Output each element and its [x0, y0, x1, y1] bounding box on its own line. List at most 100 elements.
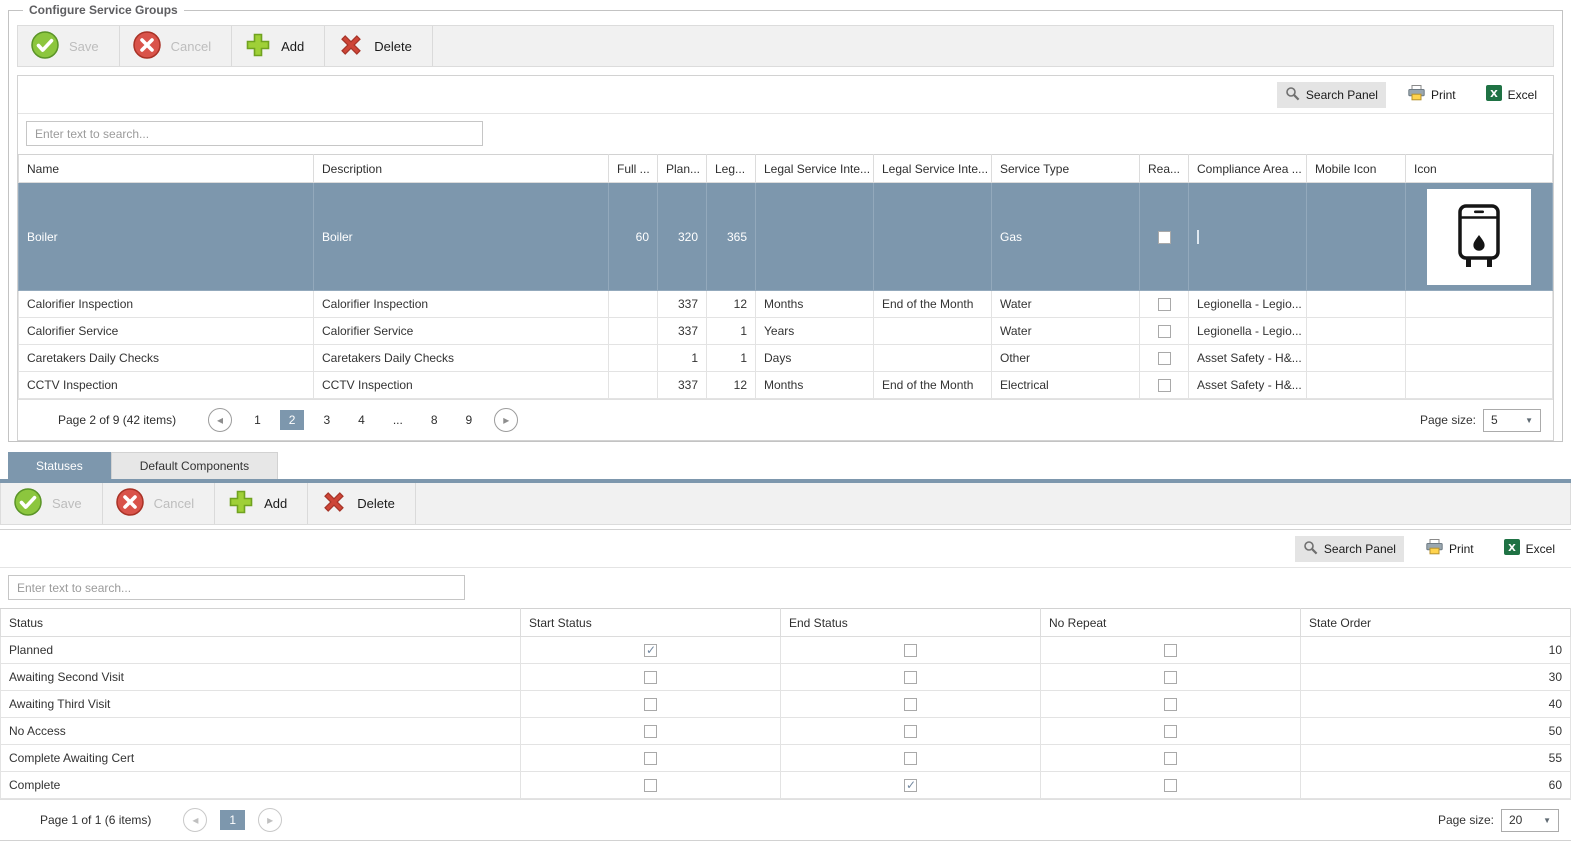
- cell-interval2[interactable]: [873, 344, 992, 372]
- cell-icon[interactable]: [1405, 371, 1553, 399]
- cell-compliance[interactable]: Asset Safety - H&...: [1188, 344, 1307, 372]
- cell-interval1[interactable]: [755, 182, 874, 291]
- no-repeat-checkbox[interactable]: [1164, 752, 1177, 766]
- cell-description[interactable]: Boiler: [313, 182, 609, 291]
- cell-interval2[interactable]: End of the Month: [873, 290, 992, 318]
- cell-compliance[interactable]: Legionella - Legio...: [1188, 317, 1307, 345]
- cell-icon[interactable]: [1405, 182, 1553, 291]
- cell-no-repeat[interactable]: [1040, 663, 1301, 691]
- cell-status[interactable]: Awaiting Third Visit: [0, 690, 521, 718]
- col-mobile-icon[interactable]: Mobile Icon: [1306, 154, 1406, 183]
- cell-end-status[interactable]: [780, 717, 1041, 745]
- cell-start-status[interactable]: [520, 690, 781, 718]
- cell-full[interactable]: [608, 344, 658, 372]
- cell-no-repeat[interactable]: [1040, 636, 1301, 664]
- cell-compliance[interactable]: Legionella - Legio...: [1188, 290, 1307, 318]
- cell-full[interactable]: [608, 290, 658, 318]
- cell-name[interactable]: Calorifier Inspection: [18, 290, 314, 318]
- cell-description[interactable]: Caretakers Daily Checks: [313, 344, 609, 372]
- start-status-checkbox[interactable]: [644, 671, 657, 685]
- tab-default-components[interactable]: Default Components: [110, 452, 279, 479]
- table-row[interactable]: Caretakers Daily Checks Caretakers Daily…: [18, 344, 1553, 372]
- col-description[interactable]: Description: [313, 154, 609, 183]
- cell-interval1[interactable]: Months: [755, 290, 874, 318]
- table-row[interactable]: Planned 10: [0, 636, 1571, 664]
- cell-icon[interactable]: [1405, 344, 1553, 372]
- cell-full[interactable]: [608, 317, 658, 345]
- cell-reactive[interactable]: [1139, 317, 1189, 345]
- cell-plan[interactable]: 1: [657, 344, 707, 372]
- cell-description[interactable]: Calorifier Service: [313, 317, 609, 345]
- cell-compliance[interactable]: [1188, 182, 1307, 291]
- cell-leg[interactable]: 12: [706, 371, 756, 399]
- next-page-button[interactable]: ▸: [494, 408, 519, 432]
- cell-description[interactable]: CCTV Inspection: [313, 371, 609, 399]
- no-repeat-checkbox[interactable]: [1164, 779, 1177, 793]
- cell-state-order[interactable]: 55: [1300, 744, 1571, 772]
- col-compliance-area[interactable]: Compliance Area ...: [1188, 154, 1307, 183]
- no-repeat-checkbox[interactable]: [1164, 644, 1177, 658]
- page-number[interactable]: 3: [314, 410, 339, 430]
- col-name[interactable]: Name: [18, 154, 314, 183]
- cell-reactive[interactable]: [1139, 182, 1189, 291]
- cell-no-repeat[interactable]: [1040, 717, 1301, 745]
- cell-state-order[interactable]: 60: [1300, 771, 1571, 799]
- col-legal-interval-2[interactable]: Legal Service Inte...: [873, 154, 992, 183]
- delete-button[interactable]: Delete: [325, 26, 433, 66]
- save-button[interactable]: Save: [18, 26, 120, 66]
- reactive-checkbox[interactable]: [1157, 230, 1171, 244]
- cell-start-status[interactable]: [520, 663, 781, 691]
- no-repeat-checkbox[interactable]: [1164, 671, 1177, 685]
- start-status-checkbox[interactable]: [644, 779, 657, 793]
- page-number[interactable]: 4: [349, 410, 374, 430]
- cell-end-status[interactable]: [780, 636, 1041, 664]
- cell-leg[interactable]: 1: [706, 317, 756, 345]
- reactive-checkbox[interactable]: [1157, 325, 1171, 339]
- col-reactive[interactable]: Rea...: [1139, 154, 1189, 183]
- cell-status[interactable]: Awaiting Second Visit: [0, 663, 521, 691]
- cell-mobile-icon[interactable]: [1306, 182, 1406, 291]
- cell-interval1[interactable]: Days: [755, 344, 874, 372]
- col-service-type[interactable]: Service Type: [991, 154, 1140, 183]
- end-status-checkbox[interactable]: [904, 671, 917, 685]
- page-number[interactable]: 8: [422, 410, 447, 430]
- page-number-active[interactable]: 2: [279, 410, 305, 430]
- reactive-checkbox[interactable]: [1157, 352, 1171, 366]
- search-panel-button[interactable]: Search Panel: [1294, 535, 1404, 562]
- tab-statuses[interactable]: Statuses: [8, 452, 111, 479]
- col-end-status[interactable]: End Status: [780, 608, 1041, 637]
- cell-interval1[interactable]: Months: [755, 371, 874, 399]
- cell-name[interactable]: Calorifier Service: [18, 317, 314, 345]
- cell-no-repeat[interactable]: [1040, 690, 1301, 718]
- cell-service-type[interactable]: Other: [991, 344, 1140, 372]
- cell-end-status[interactable]: [780, 771, 1041, 799]
- col-no-repeat[interactable]: No Repeat: [1040, 608, 1301, 637]
- cell-leg[interactable]: 365: [706, 182, 756, 291]
- cell-end-status[interactable]: [780, 690, 1041, 718]
- add-button[interactable]: Add: [232, 26, 326, 66]
- add-button[interactable]: Add: [215, 483, 309, 524]
- cell-icon[interactable]: [1405, 290, 1553, 318]
- cell-interval2[interactable]: [873, 182, 992, 291]
- col-start-status[interactable]: Start Status: [520, 608, 781, 637]
- col-status[interactable]: Status: [0, 608, 521, 637]
- search-input[interactable]: [26, 121, 483, 146]
- col-plan[interactable]: Plan...: [657, 154, 707, 183]
- cell-name[interactable]: CCTV Inspection: [18, 371, 314, 399]
- cell-status[interactable]: Complete Awaiting Cert: [0, 744, 521, 772]
- end-status-checkbox[interactable]: [904, 644, 917, 658]
- cell-full[interactable]: 60: [608, 182, 658, 291]
- delete-button[interactable]: Delete: [308, 483, 416, 524]
- cell-status[interactable]: Complete: [0, 771, 521, 799]
- cell-no-repeat[interactable]: [1040, 771, 1301, 799]
- cell-end-status[interactable]: [780, 663, 1041, 691]
- cell-plan[interactable]: 337: [657, 290, 707, 318]
- reactive-checkbox[interactable]: [1157, 379, 1171, 393]
- cell-name[interactable]: Boiler: [18, 182, 314, 291]
- print-button[interactable]: Print: [1418, 535, 1482, 562]
- cell-reactive[interactable]: [1139, 344, 1189, 372]
- cell-service-type[interactable]: Water: [991, 317, 1140, 345]
- page-number[interactable]: 9: [457, 410, 482, 430]
- cell-state-order[interactable]: 10: [1300, 636, 1571, 664]
- start-status-checkbox[interactable]: [644, 752, 657, 766]
